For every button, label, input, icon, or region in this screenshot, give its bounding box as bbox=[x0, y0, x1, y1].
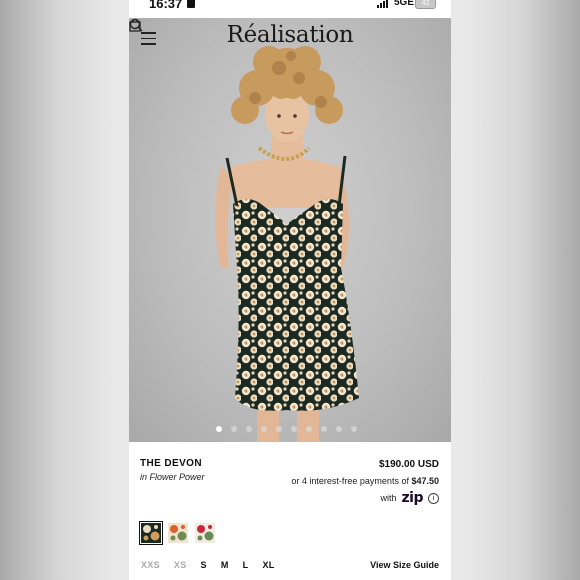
network-label: 5GE bbox=[394, 0, 415, 8]
gallery-dot[interactable] bbox=[291, 426, 297, 432]
color-swatch[interactable] bbox=[139, 521, 163, 545]
product-photo bbox=[215, 46, 359, 442]
zip-logo[interactable]: zip bbox=[402, 490, 424, 506]
phone-screen: 16:37 5GE 42 Réalisation THE DEVON in Fl… bbox=[129, 0, 451, 580]
color-swatch[interactable] bbox=[168, 523, 188, 543]
gallery-dot[interactable] bbox=[231, 426, 237, 432]
signal-icon bbox=[377, 0, 388, 8]
gallery-dot[interactable] bbox=[321, 426, 327, 432]
shopping-bag-icon[interactable] bbox=[129, 18, 141, 32]
size-selector: XXS XS S M L XL bbox=[141, 560, 275, 570]
color-swatch[interactable] bbox=[195, 523, 215, 543]
brand-logo[interactable]: Réalisation bbox=[129, 22, 451, 48]
gallery-dot[interactable] bbox=[306, 426, 312, 432]
gallery-dot[interactable] bbox=[261, 426, 267, 432]
size-option-s[interactable]: S bbox=[201, 560, 207, 570]
size-guide-link[interactable]: View Size Guide bbox=[370, 560, 439, 570]
installment-amount: $47.50 bbox=[411, 476, 439, 486]
product-image-gallery[interactable]: Réalisation bbox=[129, 18, 451, 442]
portrait-lock-icon bbox=[187, 0, 195, 8]
info-icon[interactable]: i bbox=[428, 492, 439, 504]
gallery-dot[interactable] bbox=[246, 426, 252, 432]
product-name: THE DEVON bbox=[140, 458, 202, 469]
size-option-xl[interactable]: XL bbox=[262, 560, 274, 570]
zip-payment-row: with zip i bbox=[381, 490, 439, 506]
size-option-m[interactable]: M bbox=[221, 560, 229, 570]
color-swatches bbox=[139, 521, 215, 545]
status-time: 16:37 bbox=[149, 0, 183, 11]
installment-info: or 4 interest-free payments of $47.50 bbox=[291, 476, 439, 486]
product-price: $190.00 USD bbox=[378, 459, 439, 470]
product-color: in Flower Power bbox=[140, 472, 205, 482]
size-option-l[interactable]: L bbox=[243, 560, 249, 570]
gallery-dot[interactable] bbox=[216, 426, 222, 432]
gallery-pagination bbox=[216, 426, 357, 432]
gallery-dot[interactable] bbox=[336, 426, 342, 432]
size-option-xs[interactable]: XS bbox=[174, 560, 187, 570]
status-bar: 16:37 5GE 42 bbox=[129, 0, 451, 18]
with-label: with bbox=[380, 493, 397, 503]
gallery-dot[interactable] bbox=[276, 426, 282, 432]
size-option-xxs[interactable]: XXS bbox=[141, 560, 160, 570]
product-info: THE DEVON in Flower Power $190.00 USD or… bbox=[129, 442, 451, 580]
installment-text: or 4 interest-free payments of bbox=[291, 476, 409, 486]
battery-icon: 42 bbox=[415, 0, 436, 9]
gallery-dot[interactable] bbox=[351, 426, 357, 432]
